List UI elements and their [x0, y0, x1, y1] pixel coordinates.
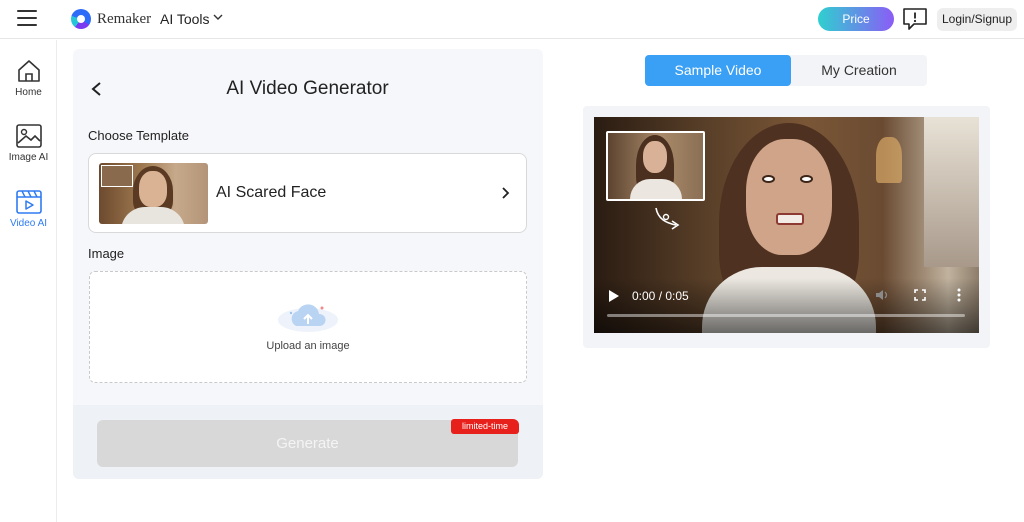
template-name: AI Scared Face: [216, 184, 327, 201]
price-button[interactable]: Price: [818, 7, 894, 31]
menu-icon[interactable]: [17, 10, 37, 28]
template-thumbnail: [99, 163, 208, 224]
top-bar: Remaker AI Tools Price Login/Signup: [0, 0, 1024, 39]
choose-template-label: Choose Template: [88, 128, 189, 143]
video-time: 0:00 / 0:05: [632, 289, 689, 303]
fullscreen-icon[interactable]: [914, 289, 926, 301]
sidebar-item-label: Video AI: [9, 218, 48, 229]
video-progress-bar[interactable]: [607, 314, 965, 317]
ai-tools-menu[interactable]: AI Tools: [160, 11, 210, 27]
chevron-right-icon[interactable]: [500, 186, 510, 200]
sidebar-item-image-ai[interactable]: Image AI: [0, 123, 57, 163]
brand-name[interactable]: Remaker: [97, 11, 151, 28]
sidebar-item-video-ai[interactable]: Video AI: [0, 189, 57, 229]
more-options-icon[interactable]: [957, 288, 961, 302]
left-sidebar: Home Image AI Video AI: [0, 40, 57, 522]
upload-hint: Upload an image: [266, 340, 350, 352]
play-icon[interactable]: [608, 289, 620, 303]
source-image-inset: [606, 131, 705, 201]
tab-bar: Sample Video My Creation: [645, 55, 927, 86]
video-controls: [594, 278, 979, 333]
video-icon: [15, 190, 42, 214]
home-icon: [17, 60, 40, 82]
back-arrow-icon[interactable]: [90, 81, 104, 97]
sidebar-item-home[interactable]: Home: [0, 58, 57, 98]
limited-time-badge: limited-time: [451, 419, 519, 434]
remaker-logo[interactable]: [71, 9, 91, 29]
volume-icon[interactable]: [875, 288, 889, 302]
login-signup-button[interactable]: Login/Signup: [937, 8, 1017, 31]
feedback-icon[interactable]: [902, 6, 928, 32]
chevron-down-icon[interactable]: [213, 12, 223, 22]
sidebar-item-label: Image AI: [8, 152, 49, 163]
image-icon: [15, 124, 42, 148]
image-label: Image: [88, 246, 125, 261]
tab-my-creation[interactable]: My Creation: [791, 55, 927, 86]
sidebar-item-label: Home: [15, 87, 42, 98]
transform-arrow-icon: [655, 207, 680, 230]
page-title: AI Video Generator: [226, 78, 389, 99]
cloud-upload-icon: [278, 304, 338, 332]
tab-sample-video[interactable]: Sample Video: [645, 55, 791, 86]
